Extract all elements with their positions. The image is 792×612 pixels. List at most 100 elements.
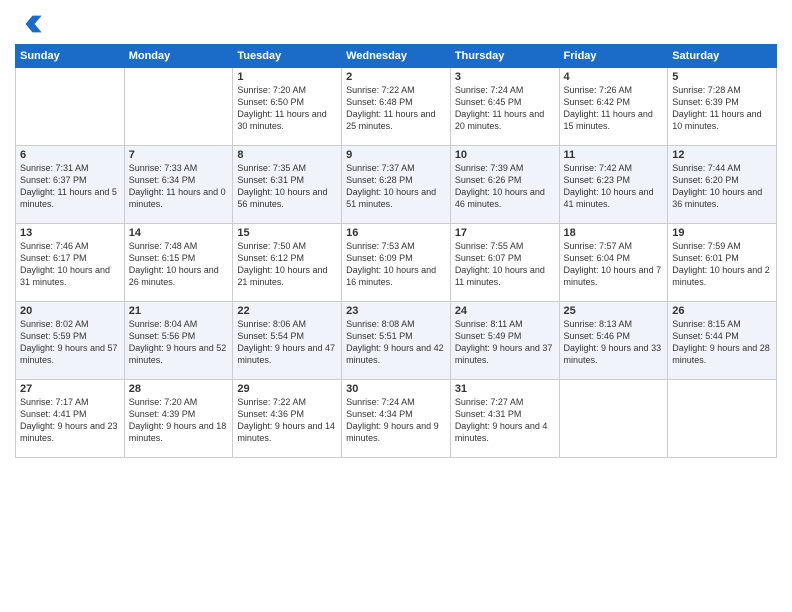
cell-info: Sunrise: 7:33 AMSunset: 6:34 PMDaylight:… [129, 162, 229, 211]
day-number: 16 [346, 227, 446, 239]
weekday-header: Wednesday [342, 45, 451, 68]
cell-info: Sunrise: 8:02 AMSunset: 5:59 PMDaylight:… [20, 318, 120, 367]
calendar-cell: 31Sunrise: 7:27 AMSunset: 4:31 PMDayligh… [450, 380, 559, 458]
day-number: 19 [672, 227, 772, 239]
calendar-cell: 1Sunrise: 7:20 AMSunset: 6:50 PMDaylight… [233, 68, 342, 146]
day-number: 22 [237, 305, 337, 317]
calendar-cell [124, 68, 233, 146]
day-number: 29 [237, 383, 337, 395]
calendar-cell: 24Sunrise: 8:11 AMSunset: 5:49 PMDayligh… [450, 302, 559, 380]
calendar-cell: 30Sunrise: 7:24 AMSunset: 4:34 PMDayligh… [342, 380, 451, 458]
day-number: 4 [564, 71, 664, 83]
cell-info: Sunrise: 7:31 AMSunset: 6:37 PMDaylight:… [20, 162, 120, 211]
cell-info: Sunrise: 7:35 AMSunset: 6:31 PMDaylight:… [237, 162, 337, 211]
header [15, 10, 777, 38]
day-number: 28 [129, 383, 229, 395]
day-number: 7 [129, 149, 229, 161]
calendar-cell: 3Sunrise: 7:24 AMSunset: 6:45 PMDaylight… [450, 68, 559, 146]
cell-info: Sunrise: 7:20 AMSunset: 6:50 PMDaylight:… [237, 84, 337, 133]
calendar-cell: 4Sunrise: 7:26 AMSunset: 6:42 PMDaylight… [559, 68, 668, 146]
calendar-cell [16, 68, 125, 146]
weekday-header: Monday [124, 45, 233, 68]
calendar-cell: 15Sunrise: 7:50 AMSunset: 6:12 PMDayligh… [233, 224, 342, 302]
cell-info: Sunrise: 7:27 AMSunset: 4:31 PMDaylight:… [455, 396, 555, 445]
day-number: 27 [20, 383, 120, 395]
day-number: 10 [455, 149, 555, 161]
calendar-cell: 13Sunrise: 7:46 AMSunset: 6:17 PMDayligh… [16, 224, 125, 302]
logo-icon [15, 10, 43, 38]
calendar-cell: 19Sunrise: 7:59 AMSunset: 6:01 PMDayligh… [668, 224, 777, 302]
day-number: 31 [455, 383, 555, 395]
calendar-cell: 14Sunrise: 7:48 AMSunset: 6:15 PMDayligh… [124, 224, 233, 302]
cell-info: Sunrise: 7:22 AMSunset: 4:36 PMDaylight:… [237, 396, 337, 445]
calendar-week-row: 20Sunrise: 8:02 AMSunset: 5:59 PMDayligh… [16, 302, 777, 380]
calendar-cell: 22Sunrise: 8:06 AMSunset: 5:54 PMDayligh… [233, 302, 342, 380]
day-number: 14 [129, 227, 229, 239]
cell-info: Sunrise: 7:17 AMSunset: 4:41 PMDaylight:… [20, 396, 120, 445]
day-number: 18 [564, 227, 664, 239]
day-number: 13 [20, 227, 120, 239]
day-number: 30 [346, 383, 446, 395]
cell-info: Sunrise: 8:06 AMSunset: 5:54 PMDaylight:… [237, 318, 337, 367]
cell-info: Sunrise: 8:04 AMSunset: 5:56 PMDaylight:… [129, 318, 229, 367]
weekday-header: Friday [559, 45, 668, 68]
cell-info: Sunrise: 7:39 AMSunset: 6:26 PMDaylight:… [455, 162, 555, 211]
calendar-cell [559, 380, 668, 458]
calendar-cell: 12Sunrise: 7:44 AMSunset: 6:20 PMDayligh… [668, 146, 777, 224]
cell-info: Sunrise: 7:55 AMSunset: 6:07 PMDaylight:… [455, 240, 555, 289]
weekday-header: Sunday [16, 45, 125, 68]
cell-info: Sunrise: 8:13 AMSunset: 5:46 PMDaylight:… [564, 318, 664, 367]
cell-info: Sunrise: 7:26 AMSunset: 6:42 PMDaylight:… [564, 84, 664, 133]
cell-info: Sunrise: 7:42 AMSunset: 6:23 PMDaylight:… [564, 162, 664, 211]
cell-info: Sunrise: 8:15 AMSunset: 5:44 PMDaylight:… [672, 318, 772, 367]
calendar-table: SundayMondayTuesdayWednesdayThursdayFrid… [15, 44, 777, 458]
cell-info: Sunrise: 7:20 AMSunset: 4:39 PMDaylight:… [129, 396, 229, 445]
day-number: 24 [455, 305, 555, 317]
cell-info: Sunrise: 7:46 AMSunset: 6:17 PMDaylight:… [20, 240, 120, 289]
calendar-cell: 20Sunrise: 8:02 AMSunset: 5:59 PMDayligh… [16, 302, 125, 380]
cell-info: Sunrise: 7:24 AMSunset: 6:45 PMDaylight:… [455, 84, 555, 133]
cell-info: Sunrise: 7:59 AMSunset: 6:01 PMDaylight:… [672, 240, 772, 289]
cell-info: Sunrise: 8:08 AMSunset: 5:51 PMDaylight:… [346, 318, 446, 367]
calendar-cell: 27Sunrise: 7:17 AMSunset: 4:41 PMDayligh… [16, 380, 125, 458]
calendar-week-row: 27Sunrise: 7:17 AMSunset: 4:41 PMDayligh… [16, 380, 777, 458]
day-number: 11 [564, 149, 664, 161]
day-number: 20 [20, 305, 120, 317]
cell-info: Sunrise: 7:37 AMSunset: 6:28 PMDaylight:… [346, 162, 446, 211]
cell-info: Sunrise: 8:11 AMSunset: 5:49 PMDaylight:… [455, 318, 555, 367]
weekday-header: Tuesday [233, 45, 342, 68]
calendar-cell: 21Sunrise: 8:04 AMSunset: 5:56 PMDayligh… [124, 302, 233, 380]
calendar-cell: 28Sunrise: 7:20 AMSunset: 4:39 PMDayligh… [124, 380, 233, 458]
cell-info: Sunrise: 7:48 AMSunset: 6:15 PMDaylight:… [129, 240, 229, 289]
calendar-cell: 26Sunrise: 8:15 AMSunset: 5:44 PMDayligh… [668, 302, 777, 380]
cell-info: Sunrise: 7:22 AMSunset: 6:48 PMDaylight:… [346, 84, 446, 133]
day-number: 1 [237, 71, 337, 83]
cell-info: Sunrise: 7:50 AMSunset: 6:12 PMDaylight:… [237, 240, 337, 289]
day-number: 26 [672, 305, 772, 317]
calendar-cell: 9Sunrise: 7:37 AMSunset: 6:28 PMDaylight… [342, 146, 451, 224]
cell-info: Sunrise: 7:28 AMSunset: 6:39 PMDaylight:… [672, 84, 772, 133]
logo [15, 10, 47, 38]
weekday-header: Thursday [450, 45, 559, 68]
calendar-week-row: 1Sunrise: 7:20 AMSunset: 6:50 PMDaylight… [16, 68, 777, 146]
weekday-header: Saturday [668, 45, 777, 68]
calendar-week-row: 13Sunrise: 7:46 AMSunset: 6:17 PMDayligh… [16, 224, 777, 302]
calendar-cell: 11Sunrise: 7:42 AMSunset: 6:23 PMDayligh… [559, 146, 668, 224]
calendar-cell: 8Sunrise: 7:35 AMSunset: 6:31 PMDaylight… [233, 146, 342, 224]
calendar-cell: 2Sunrise: 7:22 AMSunset: 6:48 PMDaylight… [342, 68, 451, 146]
day-number: 3 [455, 71, 555, 83]
day-number: 15 [237, 227, 337, 239]
calendar-cell: 6Sunrise: 7:31 AMSunset: 6:37 PMDaylight… [16, 146, 125, 224]
cell-info: Sunrise: 7:57 AMSunset: 6:04 PMDaylight:… [564, 240, 664, 289]
day-number: 25 [564, 305, 664, 317]
day-number: 5 [672, 71, 772, 83]
calendar-cell: 29Sunrise: 7:22 AMSunset: 4:36 PMDayligh… [233, 380, 342, 458]
calendar-cell: 25Sunrise: 8:13 AMSunset: 5:46 PMDayligh… [559, 302, 668, 380]
page-container: SundayMondayTuesdayWednesdayThursdayFrid… [0, 0, 792, 468]
day-number: 6 [20, 149, 120, 161]
calendar-cell: 17Sunrise: 7:55 AMSunset: 6:07 PMDayligh… [450, 224, 559, 302]
day-number: 17 [455, 227, 555, 239]
day-number: 2 [346, 71, 446, 83]
day-number: 9 [346, 149, 446, 161]
cell-info: Sunrise: 7:24 AMSunset: 4:34 PMDaylight:… [346, 396, 446, 445]
